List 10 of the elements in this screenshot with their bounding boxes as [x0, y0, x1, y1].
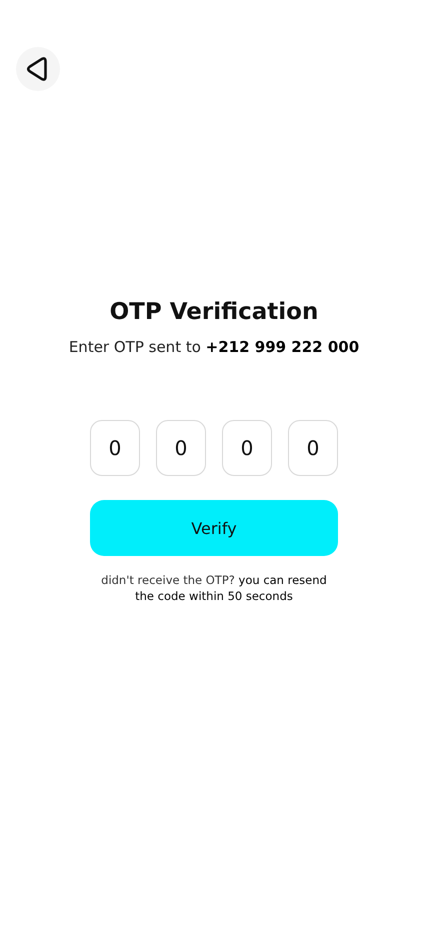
subtitle: Enter OTP sent to +212 999 222 000	[68, 337, 360, 357]
back-button[interactable]	[16, 47, 60, 91]
page-title: OTP Verification	[110, 298, 318, 327]
otp-digit-field[interactable]: 0	[90, 420, 140, 476]
otp-digit-field[interactable]: 0	[288, 420, 338, 476]
back-icon	[26, 56, 50, 82]
otp-digit-field[interactable]: 0	[156, 420, 206, 476]
otp-digit-field[interactable]: 0	[222, 420, 272, 476]
resend-note: didn't receive the OTP? you can resend the code within 50 seconds	[100, 572, 328, 604]
verify-button[interactable]: Verify	[90, 500, 338, 556]
